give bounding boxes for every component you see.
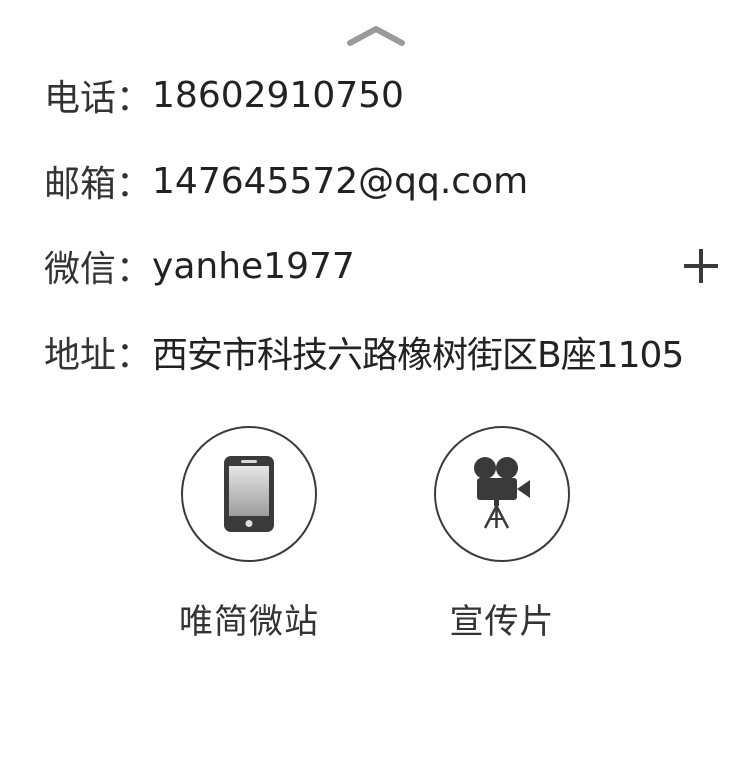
address-row: 地址： 西安市科技六路橡树街区B座1105 <box>44 327 706 377</box>
wechat-label: 微信： <box>44 249 153 290</box>
microsite-label: 唯简微站 <box>179 602 319 642</box>
video-button[interactable] <box>434 426 570 562</box>
phone-row: 电话： 18602910750 <box>44 70 706 120</box>
microsite-action: 唯简微站 <box>149 426 349 643</box>
email-label: 邮箱： <box>44 164 153 205</box>
wechat-row: 微信： yanhe1977 <box>44 241 706 291</box>
wechat-value[interactable]: yanhe1977 <box>152 246 355 287</box>
add-wechat-button[interactable] <box>684 249 718 283</box>
address-value[interactable]: 西安市科技六路橡树街区B座1105 <box>152 326 684 378</box>
film-camera-icon <box>474 457 530 529</box>
email-value[interactable]: 147645572@qq.com <box>152 161 528 202</box>
address-label: 地址： <box>44 335 153 376</box>
microsite-button[interactable] <box>181 426 317 562</box>
email-row: 邮箱： 147645572@qq.com <box>44 156 706 206</box>
plus-icon <box>684 249 718 283</box>
video-label: 宣传片 <box>449 602 555 642</box>
chevron-up-icon[interactable] <box>347 22 405 48</box>
phone-label: 电话： <box>44 78 153 119</box>
smartphone-icon <box>224 456 274 532</box>
video-action: 宣传片 <box>402 426 602 643</box>
phone-value[interactable]: 18602910750 <box>152 75 404 116</box>
